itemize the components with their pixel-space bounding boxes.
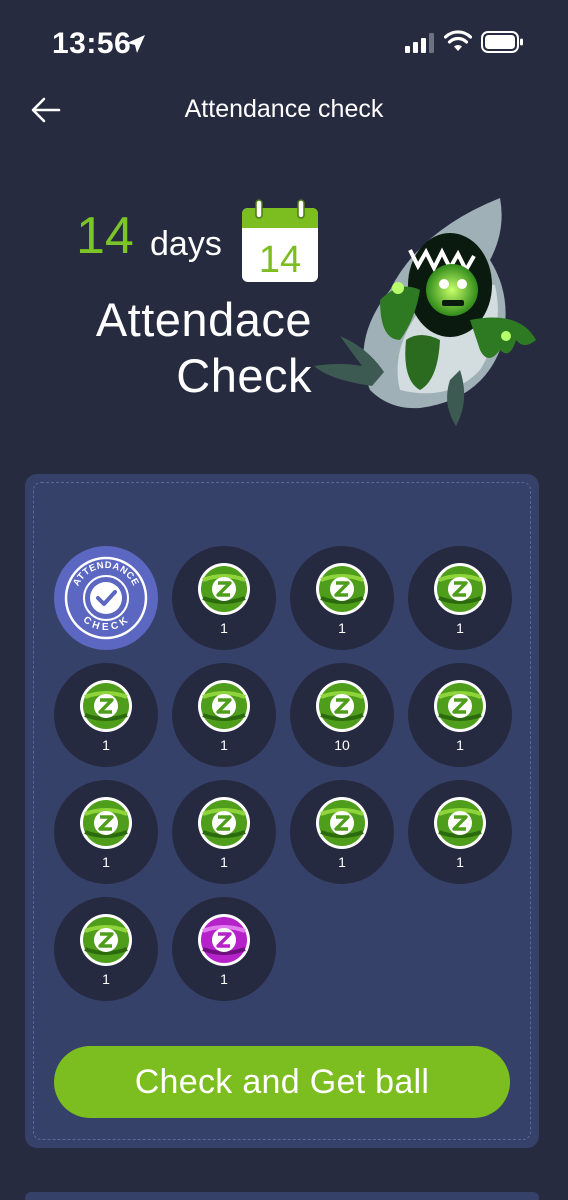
- hero-title: Attendace Check: [30, 292, 312, 404]
- day-cell: 1: [172, 546, 276, 650]
- reward-count: 1: [220, 620, 228, 636]
- location-arrow-icon: [127, 35, 145, 53]
- days-unit: days: [150, 225, 222, 263]
- reward-count: 1: [220, 854, 228, 870]
- day-cell: 1: [54, 780, 158, 884]
- attendance-check-stamp-icon: ATTENDANCECHECK: [64, 556, 148, 640]
- day-cell: 1: [408, 663, 512, 767]
- day-cell: 1: [172, 780, 276, 884]
- reward-count: 10: [334, 737, 350, 753]
- day-cell: 1: [290, 546, 394, 650]
- battery-icon: [481, 31, 523, 53]
- green-ball-icon: [197, 796, 251, 850]
- status-time: 13:56: [52, 27, 132, 60]
- svg-text:CHECK: CHECK: [81, 615, 131, 634]
- green-ball-icon: [433, 562, 487, 616]
- stamp-bottom-text: CHECK: [81, 615, 130, 634]
- green-ball-icon: [79, 679, 133, 733]
- reward-count: 1: [220, 971, 228, 987]
- day-cell: 1: [172, 897, 276, 1001]
- reward-count: 1: [456, 620, 464, 636]
- green-ball-icon: [315, 562, 369, 616]
- check-and-get-ball-button[interactable]: Check and Get ball: [54, 1046, 510, 1118]
- reward-count: 1: [456, 737, 464, 753]
- day-cell: 1: [54, 663, 158, 767]
- green-ball-icon: [315, 796, 369, 850]
- page-title: Attendance check: [184, 95, 384, 123]
- attendance-check-screen: 13:56 Attendance check 14 days 14 Attend…: [0, 0, 568, 1200]
- nav-bar: Attendance check: [0, 80, 568, 140]
- green-ball-icon: [79, 913, 133, 967]
- reward-count: 1: [456, 854, 464, 870]
- hero-title-line2: Check: [176, 349, 312, 402]
- day-cell: 1: [408, 780, 512, 884]
- green-ball-icon: [433, 679, 487, 733]
- green-ball-icon: [197, 562, 251, 616]
- day-cell: 1: [408, 546, 512, 650]
- reward-count: 1: [102, 854, 110, 870]
- days-count: 14: [76, 207, 134, 265]
- green-ball-icon: [433, 796, 487, 850]
- purple-ball-icon: [197, 913, 251, 967]
- status-bar: 13:56: [0, 0, 568, 88]
- zombie-shark-illustration: [314, 198, 536, 426]
- hero-title-line1: Attendace: [95, 293, 312, 346]
- hero-banner: 14 days 14 Attendace Check: [0, 180, 568, 440]
- green-ball-icon: [79, 796, 133, 850]
- day-cell: 10: [290, 663, 394, 767]
- reward-count: 1: [102, 971, 110, 987]
- reward-count: 1: [338, 620, 346, 636]
- reward-count: 1: [102, 737, 110, 753]
- reward-count: 1: [338, 854, 346, 870]
- day-cell: 1: [54, 897, 158, 1001]
- signal-icon: [405, 33, 434, 53]
- day-cell-checked: ATTENDANCE CHECK: [54, 546, 158, 650]
- day-cell: 1: [172, 663, 276, 767]
- green-ball-icon: [315, 679, 369, 733]
- day-cell: 1: [290, 780, 394, 884]
- wifi-icon: [444, 30, 472, 51]
- attendance-card: ATTENDANCE CHECK 1 1 1 1 1 10 1 1 1 1 1 1 1 Check and …: [25, 474, 539, 1148]
- reward-count: 1: [220, 737, 228, 753]
- green-ball-icon: [197, 679, 251, 733]
- bottom-card-edge: [25, 1192, 539, 1200]
- calendar-number: 14: [259, 239, 301, 281]
